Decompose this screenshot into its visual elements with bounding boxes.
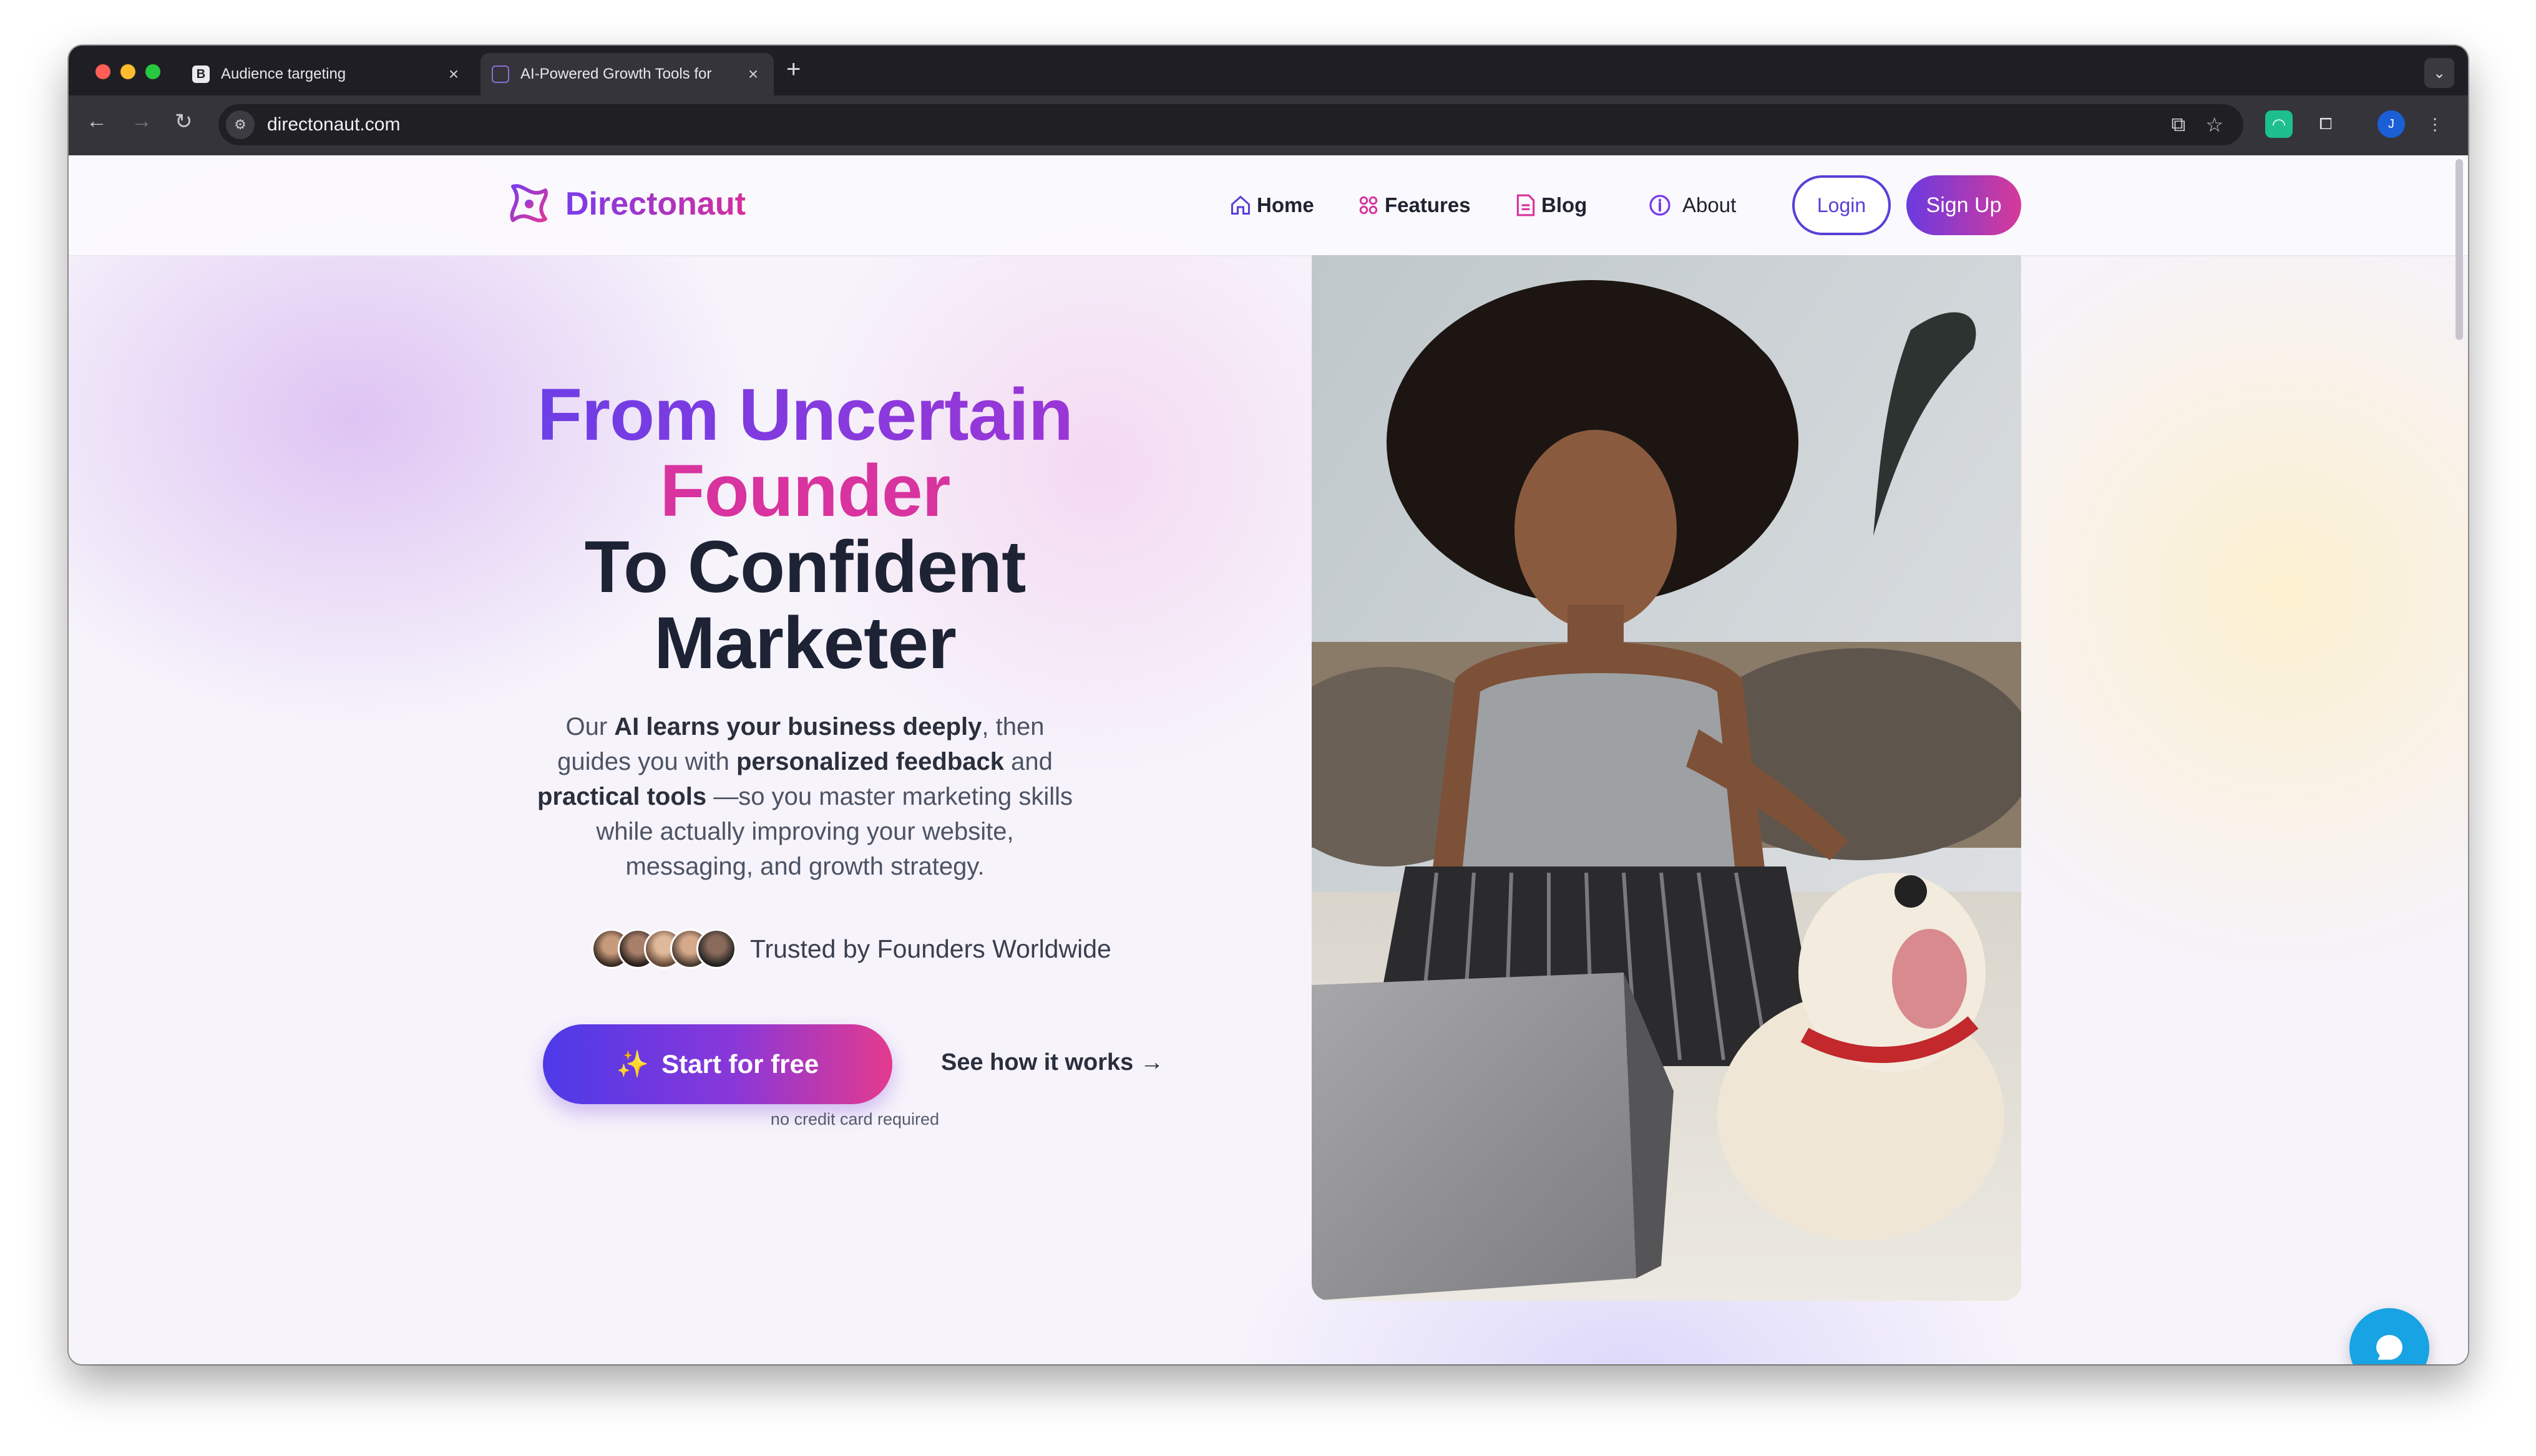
nav-home[interactable]: Home — [1229, 155, 1314, 255]
nav-about[interactable]: About — [1647, 155, 1736, 255]
page-viewport: Directonaut Home Features Blog About Log… — [69, 155, 2468, 1364]
nav-blog[interactable]: Blog — [1515, 155, 1587, 255]
nav-about-label: About — [1682, 193, 1737, 216]
brand-name: Directonaut — [565, 186, 746, 222]
nav-features[interactable]: Features — [1357, 155, 1471, 255]
install-app-icon[interactable]: ⧉ — [2171, 113, 2185, 137]
hero-photo-illustration — [1312, 255, 2021, 1301]
page-scrollbar[interactable] — [2456, 159, 2463, 340]
browser-tab-audience-targeting[interactable]: B Audience targeting × — [181, 53, 474, 95]
login-button[interactable]: Login — [1792, 175, 1891, 235]
site-info-icon[interactable]: ⚙ — [226, 110, 255, 139]
site-header: Directonaut Home Features Blog About Log… — [69, 155, 2468, 256]
trusted-by-row: Trusted by Founders Worldwide — [592, 929, 1111, 969]
browser-window: B Audience targeting × AI-Powered Growth… — [69, 46, 2468, 1364]
desc-emphasis: personalized feedback — [736, 748, 1005, 775]
new-tab-icon[interactable]: + — [786, 56, 801, 84]
back-icon[interactable]: ← — [86, 109, 107, 133]
close-window-button[interactable] — [95, 64, 110, 79]
directonaut-logo-icon — [510, 184, 548, 223]
tab-favicon-icon — [492, 66, 509, 83]
reload-icon[interactable]: ↻ — [175, 109, 193, 134]
hero-title-line-4: Marketer — [654, 602, 957, 684]
hero-image-woman-with-dog — [1312, 255, 2021, 1301]
chat-bubble-icon — [2376, 1335, 2402, 1360]
site-logo[interactable]: Directonaut — [505, 180, 746, 228]
tab-title: AI-Powered Growth Tools for — [520, 66, 712, 82]
tab-title: Audience targeting — [221, 66, 346, 82]
start-for-free-button[interactable]: ✨ Start for free — [543, 1024, 892, 1104]
hero-description: Our AI learns your business deeply, then… — [530, 709, 1080, 884]
hero-title-line-2: Founder — [660, 450, 951, 532]
browser-toolbar: ← → ↻ ⚙ directonaut.com ⧉ ☆ ◠ ⧠ J ⋮ — [69, 95, 2468, 155]
browser-menu-icon[interactable]: ⋮ — [2421, 110, 2449, 138]
address-bar[interactable]: ⚙ directonaut.com ⧉ ☆ — [218, 104, 2243, 145]
see-how-it-works-link[interactable]: See how it works → — [941, 1049, 1164, 1076]
close-tab-icon[interactable]: × — [744, 64, 763, 84]
hero-title-line-3: To Confident — [584, 526, 1027, 608]
tab-search-icon[interactable]: ⌄ — [2424, 58, 2454, 88]
extensions-puzzle-icon[interactable]: ⧠ — [2312, 110, 2339, 138]
document-icon — [1516, 194, 1535, 216]
start-for-free-label: Start for free — [661, 1049, 819, 1079]
no-credit-card-note: no credit card required — [770, 1110, 940, 1128]
see-how-label: See how it works — [941, 1049, 1134, 1075]
desc-text: and — [1004, 748, 1053, 775]
minimize-window-button[interactable] — [120, 64, 135, 79]
signup-button[interactable]: Sign Up — [1906, 175, 2021, 235]
forward-icon[interactable]: → — [131, 109, 152, 133]
founder-avatars — [592, 929, 736, 969]
trusted-text: Trusted by Founders Worldwide — [750, 934, 1111, 963]
close-tab-icon[interactable]: × — [444, 64, 463, 84]
desc-text: Our — [565, 713, 615, 740]
nav-home-label: Home — [1257, 193, 1314, 216]
profile-avatar[interactable]: J — [2378, 110, 2405, 138]
extension-icon[interactable]: ◠ — [2265, 110, 2293, 138]
browser-tab-strip: B Audience targeting × AI-Powered Growth… — [69, 46, 2468, 95]
hero-title: From Uncertain Founder To Confident Mark… — [530, 377, 1080, 681]
nav-features-label: Features — [1385, 193, 1471, 216]
hero-title-line-1: From Uncertain — [530, 377, 1080, 453]
url-text[interactable]: directonaut.com — [267, 114, 2171, 135]
browser-tab-directonaut[interactable]: AI-Powered Growth Tools for × — [480, 53, 774, 95]
avatar — [696, 929, 736, 969]
desc-emphasis: practical tools — [537, 783, 707, 810]
home-icon — [1231, 195, 1250, 215]
sparkles-icon: ✨ — [616, 1049, 650, 1079]
info-icon — [1649, 195, 1670, 216]
chat-widget-button[interactable] — [2349, 1308, 2429, 1364]
maximize-window-button[interactable] — [145, 64, 160, 79]
arrow-right-icon: → — [1139, 1049, 1164, 1075]
bookmark-star-icon[interactable]: ☆ — [2205, 113, 2223, 137]
desc-emphasis: AI learns your business deeply — [614, 713, 982, 740]
nav-blog-label: Blog — [1541, 193, 1587, 216]
tab-favicon-icon: B — [192, 66, 210, 83]
grid-icon — [1359, 196, 1378, 215]
